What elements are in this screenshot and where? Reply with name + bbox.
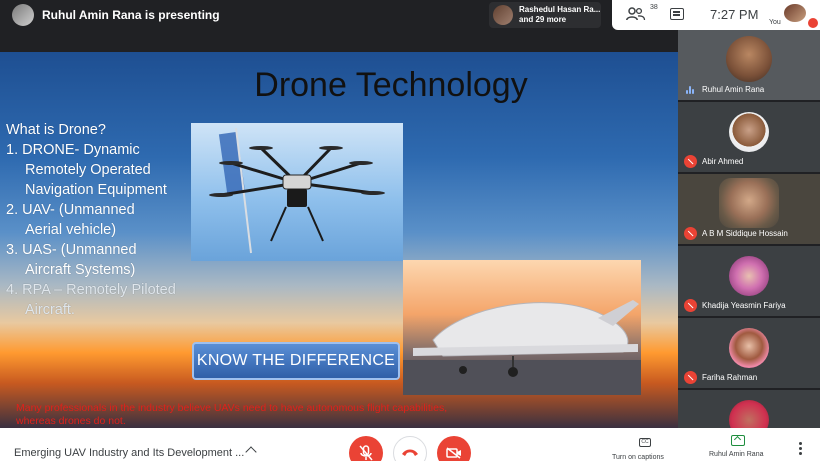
speaking-indicator-icon: [686, 85, 694, 94]
participant-video: [719, 178, 779, 228]
mic-off-icon: [359, 445, 373, 461]
participant-avatar: [493, 5, 513, 25]
meeting-title[interactable]: Emerging UAV Industry and Its Developmen…: [14, 447, 244, 459]
participant-name: A B M Siddique Hossain: [702, 229, 788, 238]
presenter-status: Ruhul Amin Rana is presenting: [42, 8, 220, 22]
self-avatar[interactable]: [784, 4, 806, 22]
participant-name: Fariha Rahman: [702, 373, 758, 382]
slide-item-1-line-3: Navigation Equipment: [25, 182, 167, 198]
people-count: 38: [650, 4, 658, 11]
chat-icon[interactable]: [670, 8, 684, 20]
present-icon[interactable]: [731, 435, 745, 446]
participant-avatar: [729, 256, 769, 296]
participant-tile[interactable]: Abir Ahmed: [678, 102, 820, 172]
mic-off-icon: [684, 299, 697, 312]
meet-window: Ruhul Amin Rana is presenting Rashedul H…: [0, 0, 820, 461]
chip-line-2: and 29 more: [519, 15, 567, 24]
slide-title: Drone Technology: [254, 66, 528, 104]
leave-call-button[interactable]: [393, 436, 427, 461]
bottom-bar: Emerging UAV Industry and Its Developmen…: [0, 428, 820, 461]
slide-item-4-line-1: 4. RPA – Remotely Piloted: [6, 282, 176, 298]
slide-item-2-line-1: 2. UAV- (Unmanned: [6, 202, 135, 218]
hang-up-icon: [402, 449, 418, 456]
participant-name: Ruhul Amin Rana: [702, 85, 765, 94]
drone-image: [191, 123, 403, 261]
participant-tile[interactable]: A B M Siddique Hossain: [678, 174, 820, 244]
participant-name: Abir Ahmed: [702, 157, 744, 166]
slide-heading: What is Drone?: [6, 122, 106, 138]
clock: 7:27 PM: [710, 7, 759, 22]
slide-item-4: 4. RPA – Remotely Piloted Aircraft.: [6, 280, 196, 320]
know-the-difference-button[interactable]: KNOW THE DIFFERENCE: [192, 342, 400, 380]
slide-item-1-line-2: Remotely Operated: [25, 162, 151, 178]
people-icon: [626, 7, 646, 21]
self-label: You: [769, 19, 781, 26]
slide-note-line-2: whereas drones do not.: [16, 415, 126, 427]
mic-off-icon: [684, 155, 697, 168]
participants-chip-text: Rashedul Hasan Ra... and 29 more: [519, 5, 600, 25]
slide-item-3: 3. UAS- (Unmanned Aircraft Systems): [6, 240, 196, 280]
participant-tile[interactable]: Ruhul Amin Rana: [678, 30, 820, 100]
slide-item-4-line-2: Aircraft.: [25, 302, 75, 318]
slide-item-1-line-1: 1. DRONE- Dynamic: [6, 142, 140, 158]
participant-name: Khadija Yeasmin Fariya: [702, 301, 786, 310]
presenter-label[interactable]: Ruhul Amin Rana: [709, 451, 763, 458]
camera-toggle-button[interactable]: [437, 436, 471, 461]
self-mic-off-icon: [808, 18, 818, 28]
slide-item-3-line-2: Aircraft Systems): [25, 262, 136, 278]
slide-note-line-1: Many professionals in the industry belie…: [16, 402, 448, 414]
participant-avatar: [729, 400, 769, 428]
mic-off-icon: [684, 227, 697, 240]
slide-item-1: 1. DRONE- Dynamic Remotely Operated Navi…: [6, 140, 196, 200]
captions-label[interactable]: Turn on captions: [612, 454, 664, 461]
slide-body: What is Drone? 1. DRONE- Dynamic Remotel…: [6, 120, 196, 320]
participant-tile[interactable]: [678, 390, 820, 428]
camera-off-icon: [446, 447, 461, 459]
chip-line-1: Rashedul Hasan Ra...: [519, 5, 601, 14]
shared-slide: Drone Technology What is Drone? 1. DRONE…: [0, 52, 678, 428]
participant-tile[interactable]: Khadija Yeasmin Fariya: [678, 246, 820, 316]
participants-chip[interactable]: Rashedul Hasan Ra... and 29 more: [489, 2, 601, 28]
top-bar: Ruhul Amin Rana is presenting Rashedul H…: [0, 0, 820, 30]
slide-item-2: 2. UAV- (Unmanned Aerial vehicle): [6, 200, 196, 240]
participant-tile[interactable]: Fariha Rahman: [678, 318, 820, 388]
slide-item-2-line-2: Aerial vehicle): [25, 222, 117, 238]
slide-item-3-line-1: 3. UAS- (Unmanned: [6, 242, 137, 258]
captions-icon[interactable]: CC: [639, 438, 651, 447]
mic-toggle-button[interactable]: [349, 436, 383, 461]
participant-avatar: [729, 112, 769, 152]
mic-off-icon: [684, 371, 697, 384]
top-right-panel: 38 7:27 PM You: [612, 0, 820, 30]
more-options-icon[interactable]: [799, 447, 802, 450]
chevron-up-icon[interactable]: [245, 446, 257, 458]
uav-plane-image: [403, 260, 641, 395]
participant-video: [726, 36, 772, 82]
participant-tiles: Ruhul Amin Rana Abir Ahmed A B M Siddiqu…: [678, 30, 820, 428]
presenter-avatar: [12, 4, 34, 26]
participant-avatar: [729, 328, 769, 368]
people-button[interactable]: 38: [626, 4, 658, 23]
presenter-indicator: Ruhul Amin Rana is presenting: [12, 4, 220, 26]
slide-note: Many professionals in the industry belie…: [16, 402, 536, 428]
